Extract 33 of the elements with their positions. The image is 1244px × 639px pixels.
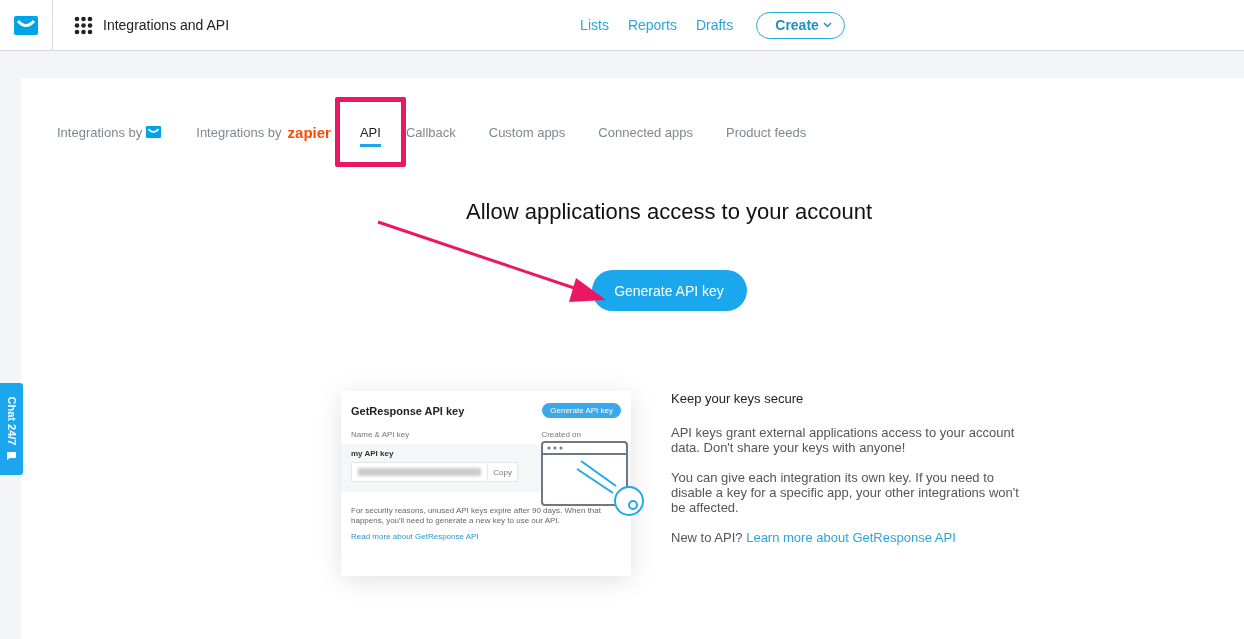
chevron-down-icon [822, 22, 832, 28]
tab[interactable]: Callback [405, 117, 456, 147]
screenshot-link[interactable]: Read more about GetResponse API [351, 532, 621, 541]
generate-api-key-button[interactable]: Generate API key [591, 270, 747, 311]
nav-link[interactable]: Drafts [695, 17, 734, 33]
mail-logo-icon [145, 126, 163, 138]
nav-link[interactable]: Reports [627, 17, 677, 33]
info-paragraph: You can give each integration its own key. If you need to disable a key for a specific app, your other integrations won't be affected. [671, 470, 1020, 515]
column-header: Created on [541, 430, 581, 439]
info-paragraph: API keys grant external applications access to your account data. Don't share your keys with anyone! [671, 425, 1016, 455]
column-header: Name & API key [351, 430, 410, 439]
copy-label: Copy [487, 463, 517, 481]
learn-more-link[interactable]: Learn more about GetResponse API [746, 530, 956, 545]
screenshot-title: GetResponse API key [351, 404, 465, 417]
heading: Allow applications access to your account [465, 199, 873, 225]
chat-tab[interactable]: Chat 24/7 [0, 383, 23, 475]
key-name: my API key [351, 449, 395, 458]
page-title: Integrations and API [103, 17, 230, 33]
tab[interactable]: Product feeds [726, 117, 807, 147]
tab[interactable]: Integrations by [57, 117, 163, 147]
tab[interactable]: API [359, 117, 381, 147]
zapier-logo: zapier [287, 123, 331, 141]
nav-link[interactable]: Lists [580, 17, 609, 33]
apps-grid-icon[interactable] [74, 15, 93, 35]
info-footer: New to API? Learn more about GetResponse API [671, 530, 1036, 545]
tab[interactable]: Integrations by zapier [196, 117, 331, 147]
tab[interactable]: Custom apps [488, 117, 566, 147]
tab[interactable]: Connected apps [598, 117, 694, 147]
chat-bubble-icon [6, 451, 17, 461]
screenshot-note: For security reasons, unused API keys expire after 90 days. When that happens, you'll need to generate a new key to use our API. [351, 506, 602, 526]
info-title: Keep your keys secure [671, 391, 805, 406]
create-button[interactable]: Create [756, 11, 845, 39]
logo-icon[interactable] [14, 15, 38, 35]
